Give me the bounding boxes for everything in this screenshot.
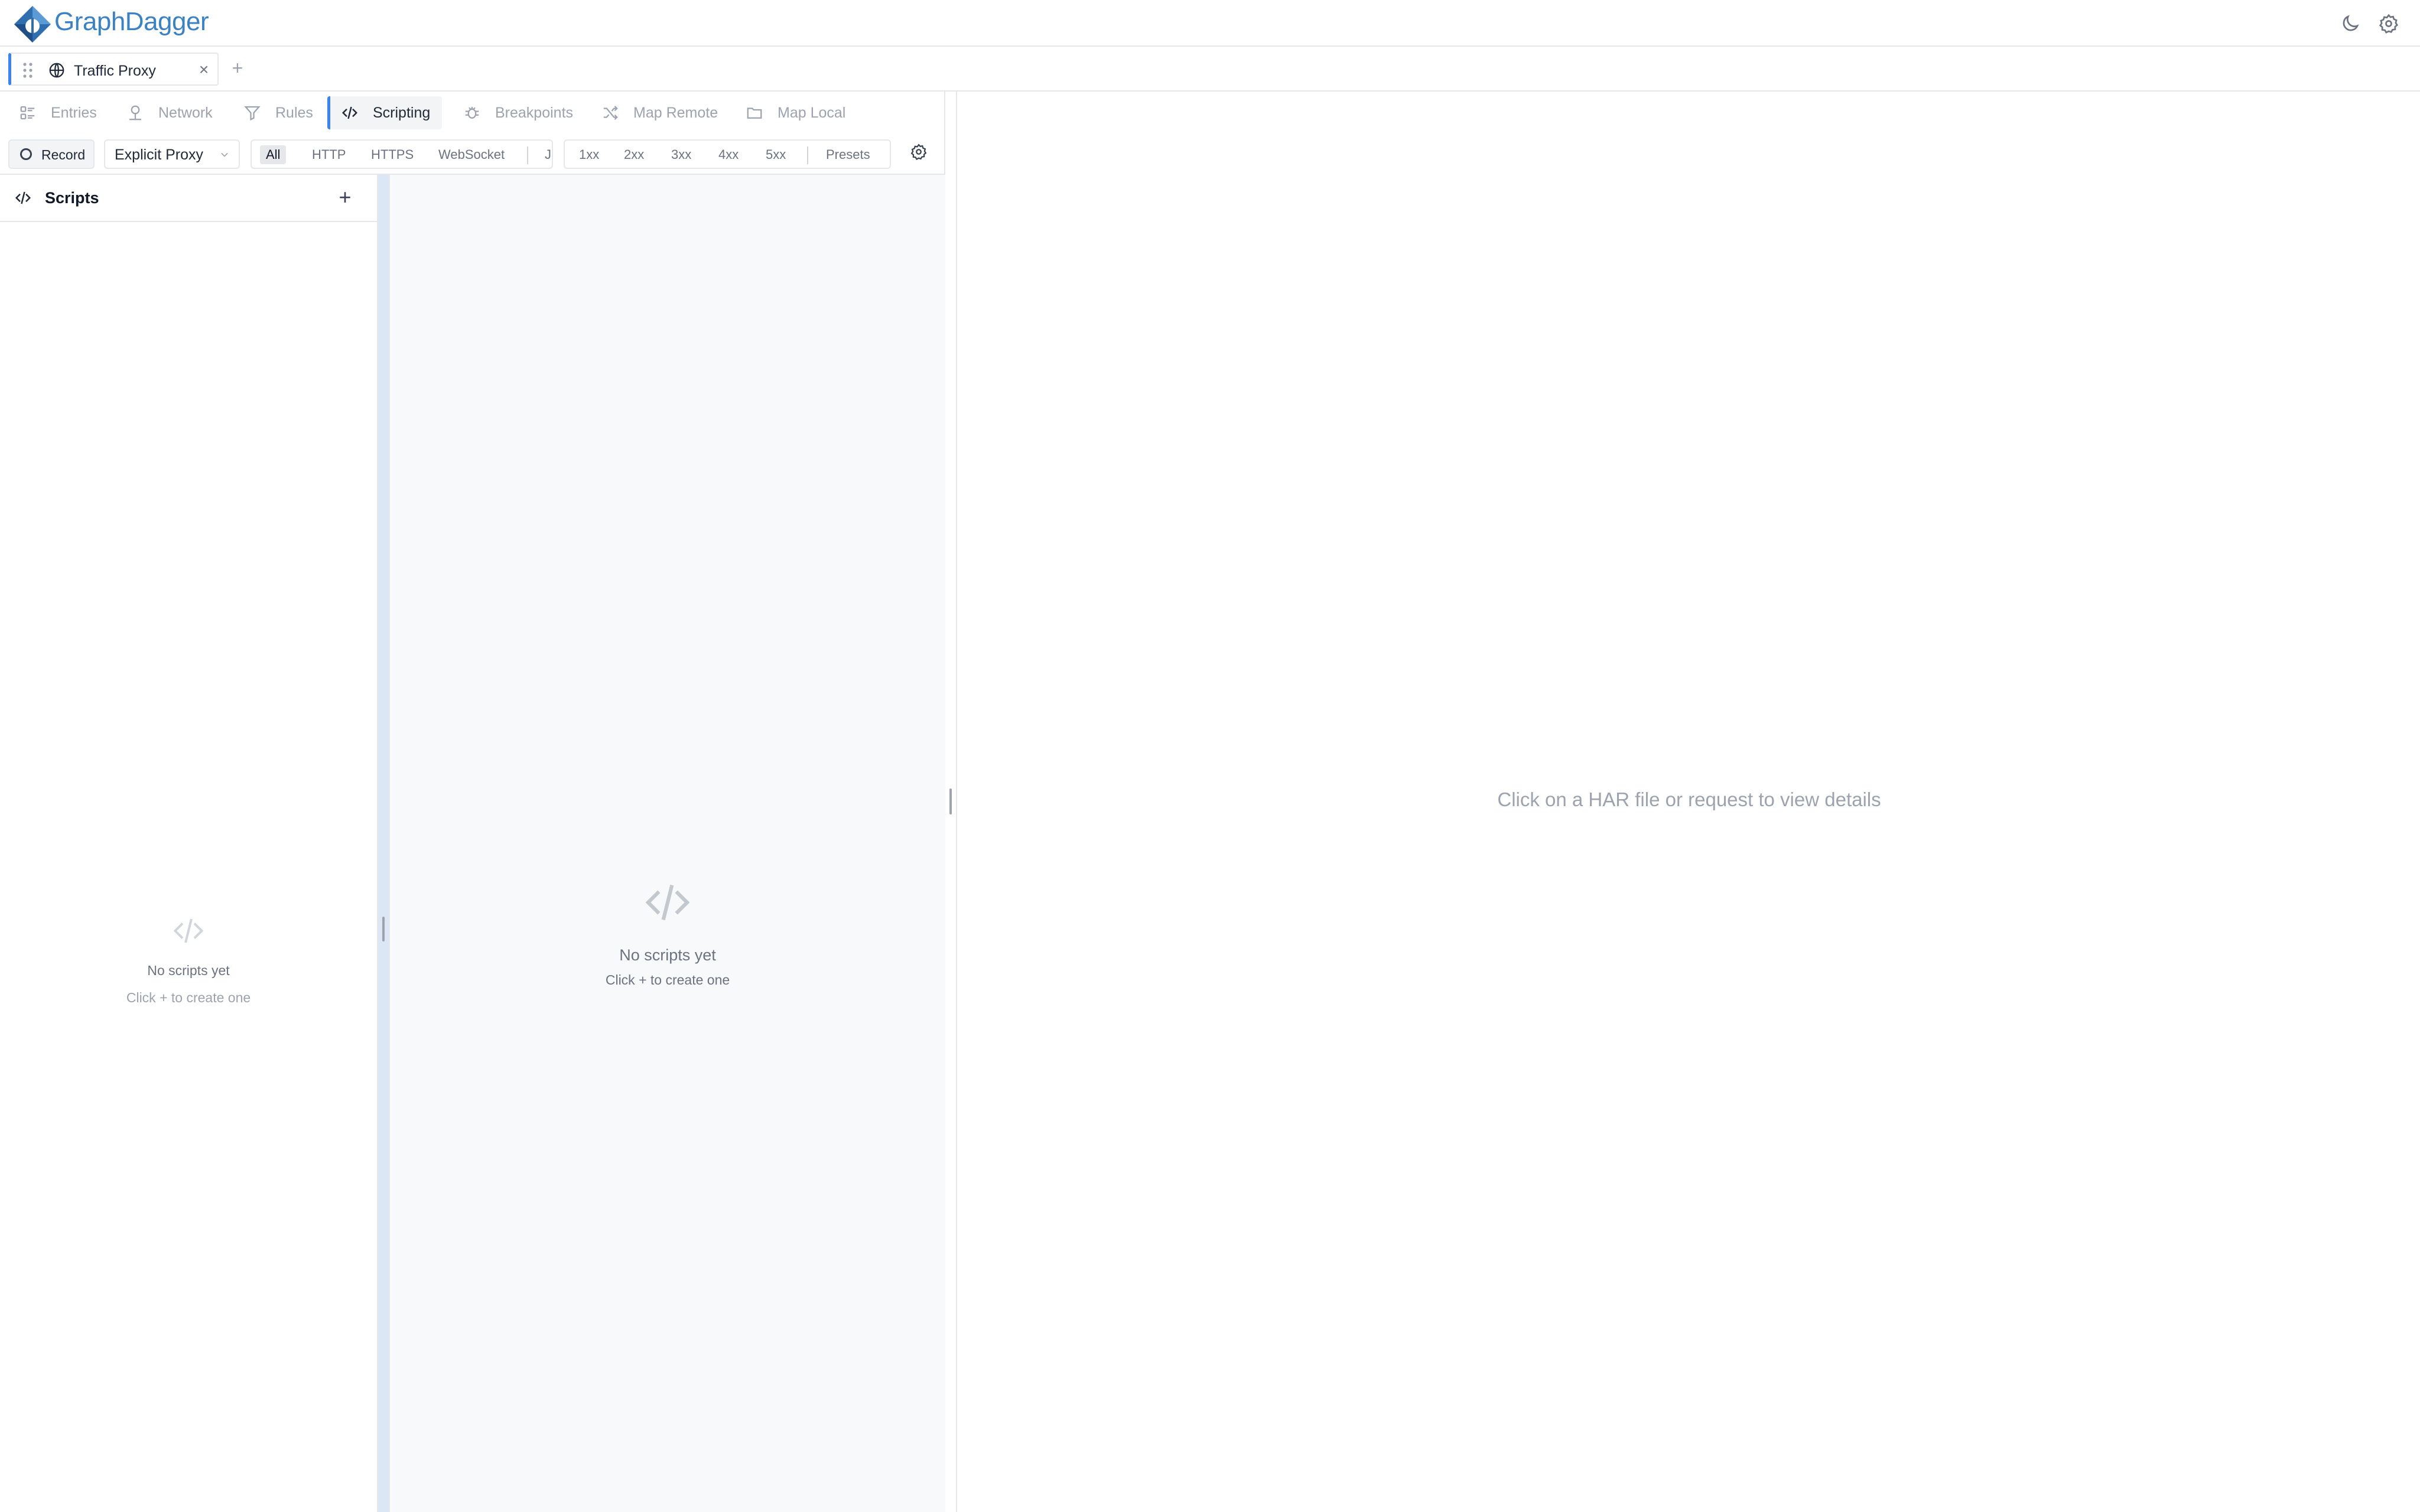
capture-toolbar: Record Explicit Proxy All HTTP HTTPS Web…	[0, 133, 945, 175]
code-icon	[15, 191, 31, 204]
nav-tab-label: Breakpoints	[495, 104, 574, 121]
nav-tab-breakpoints[interactable]: Breakpoints	[463, 96, 573, 129]
globe-icon	[49, 63, 64, 78]
nav-tab-label: Map Remote	[633, 104, 718, 121]
workspace-tab-strip: Traffic Proxy × +	[0, 47, 2420, 92]
nav-tab-entries[interactable]: Entries	[19, 96, 97, 129]
close-tab-icon[interactable]: ×	[196, 61, 212, 78]
scripts-list-panel: Scripts + No scripts yet Click + to crea…	[0, 175, 378, 1512]
graphdagger-logo	[14, 6, 51, 43]
panel-resize-handle[interactable]	[945, 92, 957, 1512]
traffic-proxy-panel: Entries Network Rules Scripting Breakpoi…	[0, 92, 945, 1512]
status-code-filter-group: 1xx 2xx 3xx 4xx 5xx Presets	[564, 139, 891, 169]
protocol-filter-group: All HTTP HTTPS WebSocket J	[251, 139, 553, 169]
nav-tab-map-remote[interactable]: Map Remote	[601, 96, 718, 129]
bug-icon	[463, 104, 481, 122]
empty-title: No scripts yet	[147, 963, 230, 978]
folder-icon	[746, 104, 763, 122]
resize-grip	[382, 917, 385, 941]
script-editor-area: No scripts yet Click + to create one	[390, 175, 945, 1512]
code-icon	[173, 918, 204, 943]
settings-gear-icon[interactable]	[2378, 13, 2399, 34]
proxy-mode-select[interactable]: Explicit Proxy	[104, 139, 240, 169]
theme-toggle-moon-icon[interactable]	[2340, 13, 2361, 34]
record-icon	[20, 148, 32, 160]
protocol-filter-all[interactable]: All	[260, 145, 287, 164]
scripts-title: Scripts	[45, 189, 99, 207]
nav-tab-label: Scripting	[373, 104, 431, 121]
nav-tab-label: Entries	[51, 104, 97, 121]
record-button[interactable]: Record	[8, 139, 95, 169]
tool-nav-tabs: Entries Network Rules Scripting Breakpoi…	[0, 92, 945, 133]
code-icon	[341, 104, 359, 122]
filter-icon	[243, 104, 261, 122]
empty-hint: Click + to create one	[126, 990, 251, 1005]
app-name: GraphDagger	[54, 7, 209, 36]
app-root: GraphDagger Traffic Proxy × + Entries Ne…	[0, 0, 2420, 1512]
workspace-tab-traffic-proxy[interactable]: Traffic Proxy ×	[8, 53, 219, 86]
add-script-button[interactable]: +	[336, 185, 354, 209]
separator	[807, 146, 808, 164]
scripts-empty-state: No scripts yet Click + to create one	[0, 913, 377, 1008]
editor-empty-state: No scripts yet Click + to create one	[390, 876, 945, 990]
separator	[527, 146, 528, 164]
status-filter-1xx[interactable]: 1xx	[573, 145, 605, 164]
nav-tab-scripting[interactable]: Scripting	[327, 96, 443, 129]
status-filter-2xx[interactable]: 2xx	[618, 145, 650, 164]
network-icon	[126, 104, 144, 122]
empty-title: No scripts yet	[619, 946, 716, 964]
status-filter-3xx[interactable]: 3xx	[665, 145, 697, 164]
nav-tab-rules[interactable]: Rules	[243, 96, 313, 129]
shuffle-icon	[601, 104, 619, 122]
nav-tab-label: Map Local	[778, 104, 846, 121]
record-label: Record	[41, 147, 86, 162]
empty-hint: Click + to create one	[605, 972, 730, 988]
tab-label: Traffic Proxy	[74, 63, 156, 79]
details-panel: Click on a HAR file or request to view d…	[958, 92, 2420, 1512]
code-icon	[645, 884, 690, 921]
status-filter-5xx[interactable]: 5xx	[760, 145, 792, 164]
presets-button[interactable]: Presets	[820, 145, 876, 164]
drag-handle-icon[interactable]	[22, 62, 34, 79]
status-filter-4xx[interactable]: 4xx	[713, 145, 744, 164]
filter-settings-icon[interactable]	[910, 143, 928, 161]
nav-tab-map-local[interactable]: Map Local	[746, 96, 845, 129]
protocol-filter-https[interactable]: HTTPS	[365, 145, 419, 164]
scripts-resize-handle[interactable]	[378, 175, 390, 1512]
proxy-mode-value: Explicit Proxy	[115, 146, 204, 163]
nav-tab-label: Network	[158, 104, 213, 121]
chevron-down-icon	[221, 152, 228, 157]
add-tab-button[interactable]: +	[228, 58, 247, 77]
app-header: GraphDagger	[0, 0, 2420, 47]
resize-grip	[949, 788, 952, 814]
protocol-filter-http[interactable]: HTTP	[306, 145, 352, 164]
scripts-header: Scripts +	[0, 175, 377, 222]
nav-tab-network[interactable]: Network	[126, 96, 213, 129]
nav-tab-label: Rules	[275, 104, 313, 121]
protocol-filter-websocket[interactable]: WebSocket	[432, 145, 510, 164]
protocol-filter-j[interactable]: J	[539, 145, 552, 164]
details-placeholder: Click on a HAR file or request to view d…	[1497, 788, 1881, 810]
entries-list-icon	[19, 104, 37, 122]
